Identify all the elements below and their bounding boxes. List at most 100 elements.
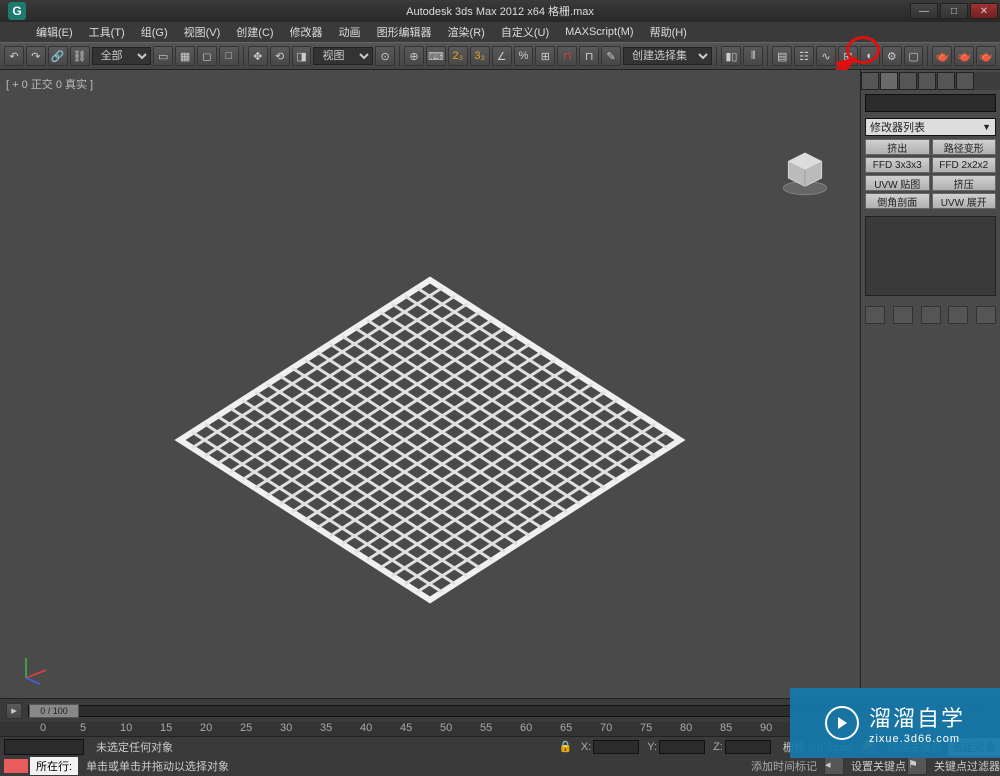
modifier-stack[interactable] xyxy=(865,216,996,296)
add-time-tag[interactable]: 添加时间标记 xyxy=(751,758,817,774)
menu-animation[interactable]: 动画 xyxy=(339,24,361,40)
close-button[interactable]: ✕ xyxy=(970,3,998,19)
mirror-icon[interactable]: ▮▯ xyxy=(721,46,741,66)
axis-gizmo xyxy=(18,650,54,686)
btn-uvwmap[interactable]: UVW 贴图 xyxy=(865,175,930,191)
snap-2d-icon[interactable]: 2₃ xyxy=(448,46,468,66)
tab-create[interactable] xyxy=(861,72,879,90)
watermark-title: 溜溜自学 xyxy=(869,701,965,733)
rotate-icon[interactable]: ⟲ xyxy=(270,46,290,66)
link-icon[interactable]: 🔗 xyxy=(48,46,68,66)
menu-help[interactable]: 帮助(H) xyxy=(650,24,687,40)
move-icon[interactable]: ✥ xyxy=(248,46,268,66)
viewport[interactable]: [ + 0 正交 0 真实 ] xyxy=(0,70,860,698)
render-setup-icon[interactable]: ⚙ xyxy=(882,46,902,66)
btn-extrude[interactable]: 挤出 xyxy=(865,139,930,155)
time-handle[interactable]: 0 / 100 xyxy=(29,704,79,718)
modifier-list[interactable]: 修改器列表 xyxy=(865,118,996,136)
manip-icon[interactable]: ⊕ xyxy=(404,46,424,66)
layer-explorer-icon[interactable]: ☷ xyxy=(794,46,814,66)
menu-view[interactable]: 视图(V) xyxy=(184,24,221,40)
menu-grapheditors[interactable]: 图形编辑器 xyxy=(377,24,432,40)
window-cross-icon[interactable]: □ xyxy=(219,46,239,66)
key-filters-icon[interactable]: ⚑ xyxy=(907,757,927,775)
snap-magnet-red-icon[interactable]: ⊓ xyxy=(557,46,577,66)
command-panel: 修改器列表 挤出 路径变形 FFD 3x3x3 FFD 2x2x2 UVW 贴图… xyxy=(860,70,1000,698)
align-icon[interactable]: ⫴ xyxy=(743,46,763,66)
grid-mesh-object[interactable] xyxy=(170,270,690,610)
scale-icon[interactable]: ◨ xyxy=(292,46,312,66)
menu-modifiers[interactable]: 修改器 xyxy=(290,24,323,40)
select-icon[interactable]: ▭ xyxy=(153,46,173,66)
coord-y-field[interactable] xyxy=(659,740,705,754)
menu-maxscript[interactable]: MAXScript(M) xyxy=(565,26,633,38)
undo-icon[interactable]: ↶ xyxy=(4,46,24,66)
pin-stack-icon[interactable] xyxy=(865,306,885,324)
btn-pathdeform[interactable]: 路径变形 xyxy=(932,139,997,155)
snap-3d-icon[interactable]: 3₃ xyxy=(470,46,490,66)
coord-z-field[interactable] xyxy=(725,740,771,754)
configure-icon[interactable] xyxy=(976,306,996,324)
minimize-button[interactable]: — xyxy=(910,3,938,19)
angle-snap-icon[interactable]: ∠ xyxy=(492,46,512,66)
menu-customize[interactable]: 自定义(U) xyxy=(501,24,549,40)
schematic-icon[interactable]: ⊞ xyxy=(838,46,858,66)
select-name-icon[interactable]: ▦ xyxy=(175,46,195,66)
spinner-snap-icon[interactable]: ⊞ xyxy=(535,46,555,66)
tab-modify[interactable] xyxy=(880,72,898,90)
snap-magnet-icon[interactable]: ⊓ xyxy=(579,46,599,66)
material-editor-icon[interactable]: ◐ xyxy=(860,46,880,66)
keyboard-icon[interactable]: ⌨ xyxy=(426,46,446,66)
maximize-button[interactable]: □ xyxy=(940,3,968,19)
unlink-icon[interactable]: ⛓ xyxy=(70,46,90,66)
percent-snap-icon[interactable]: % xyxy=(514,46,534,66)
menu-tools[interactable]: 工具(T) xyxy=(89,24,125,40)
menu-create[interactable]: 创建(C) xyxy=(236,24,273,40)
rect-select-icon[interactable]: ◻ xyxy=(197,46,217,66)
tab-display[interactable] xyxy=(937,72,955,90)
curve-editor-icon[interactable]: ∿ xyxy=(816,46,836,66)
remove-mod-icon[interactable] xyxy=(948,306,968,324)
named-sel-set[interactable]: 创建选择集 xyxy=(623,47,713,65)
coord-x-field[interactable] xyxy=(593,740,639,754)
status-hint: 单击或单击并拖动以选择对象 xyxy=(78,758,751,774)
selection-filter[interactable]: 全部 xyxy=(92,47,152,65)
object-name-field[interactable] xyxy=(865,94,996,112)
btn-uvwunwrap[interactable]: UVW 展开 xyxy=(932,193,997,209)
btn-ffd2[interactable]: FFD 2x2x2 xyxy=(932,157,997,173)
watermark-url: zixue.3d66.com xyxy=(869,733,965,745)
teapot2-icon[interactable]: 🫖 xyxy=(954,46,974,66)
redo-icon[interactable]: ↷ xyxy=(26,46,46,66)
tab-hierarchy[interactable] xyxy=(899,72,917,90)
in-row-label: 所在行: xyxy=(30,757,78,775)
render-frame-icon[interactable]: ▢ xyxy=(904,46,924,66)
coord-z: Z: xyxy=(713,740,771,754)
show-end-icon[interactable] xyxy=(893,306,913,324)
window-title: Autodesk 3ds Max 2012 x64 格栅.max xyxy=(406,3,594,19)
lock-icon[interactable]: 🔒 xyxy=(559,740,573,754)
teapot3-icon[interactable]: 🫖 xyxy=(976,46,996,66)
layers-icon[interactable]: ▤ xyxy=(772,46,792,66)
main-area: [ + 0 正交 0 真实 ] xyxy=(0,70,1000,698)
tab-motion[interactable] xyxy=(918,72,936,90)
menu-group[interactable]: 组(G) xyxy=(141,24,168,40)
btn-squeeze[interactable]: 挤压 xyxy=(932,175,997,191)
tab-utilities[interactable] xyxy=(956,72,974,90)
script-listener[interactable] xyxy=(4,759,28,773)
main-toolbar: ↶ ↷ 🔗 ⛓ 全部 ▭ ▦ ◻ □ ✥ ⟲ ◨ 视图 ⊙ ⊕ ⌨ 2₃ 3₃ … xyxy=(0,42,1000,70)
play-prev-icon[interactable]: ◂ xyxy=(824,757,844,775)
btn-ffd3[interactable]: FFD 3x3x3 xyxy=(865,157,930,173)
keyfilter-button[interactable]: 关键点过滤器 xyxy=(934,758,1000,774)
ref-coord[interactable]: 视图 xyxy=(313,47,373,65)
menu-render[interactable]: 渲染(R) xyxy=(448,24,485,40)
menu-edit[interactable]: 编辑(E) xyxy=(36,24,73,40)
viewcube-icon[interactable] xyxy=(780,148,830,198)
time-config-icon[interactable]: ▸ xyxy=(6,703,22,719)
teapot1-icon[interactable]: 🫖 xyxy=(932,46,952,66)
pivot-icon[interactable]: ⊙ xyxy=(375,46,395,66)
menubar: 编辑(E) 工具(T) 组(G) 视图(V) 创建(C) 修改器 动画 图形编辑… xyxy=(0,22,1000,42)
edit-named-icon[interactable]: ✎ xyxy=(601,46,621,66)
btn-bevelprofile[interactable]: 倒角剖面 xyxy=(865,193,930,209)
setkey-button[interactable]: 设置关键点 xyxy=(851,758,906,774)
make-unique-icon[interactable] xyxy=(921,306,941,324)
